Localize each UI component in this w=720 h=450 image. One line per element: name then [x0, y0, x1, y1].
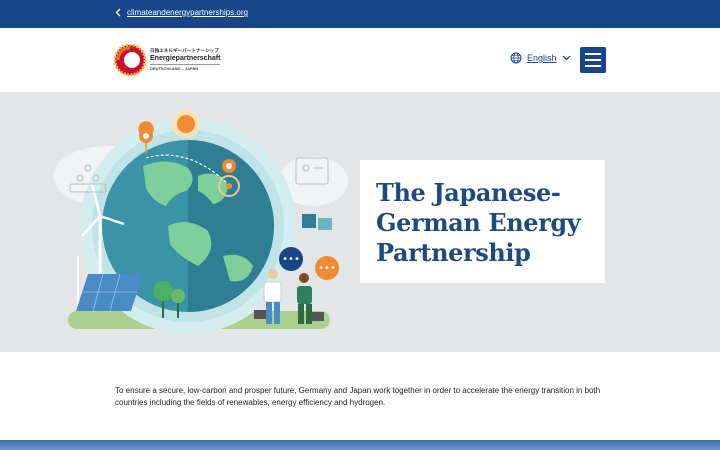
chevron-left-icon — [115, 8, 121, 17]
svg-text:•••: ••• — [282, 254, 300, 265]
page-title: The Japanese-German Energy Partnership — [376, 178, 581, 267]
logo-japanese-text: 日独エネルギーパートナーシップ — [150, 47, 219, 53]
menu-button[interactable] — [580, 47, 606, 73]
hamburger-icon-bar — [585, 65, 601, 67]
hero-section: ••• ••• The Japanese-German Energy Partn… — [0, 92, 720, 352]
hero-title-card: The Japanese-German Energy Partnership — [360, 160, 605, 283]
logo-mark-icon — [114, 44, 146, 76]
svg-text:•••: ••• — [318, 263, 336, 274]
bottom-hero-image — [0, 440, 720, 450]
site-header: 日独エネルギーパートナーシップ Energiepartnerschaft DEU… — [0, 28, 720, 92]
globe-icon — [510, 52, 522, 64]
logo-name: Energiepartnerschaft — [150, 55, 221, 66]
hamburger-icon-bar — [585, 53, 601, 55]
back-link-label: climateandenergypartnerships.org — [127, 8, 248, 17]
top-bar: climateandenergypartnerships.org — [0, 0, 720, 28]
logo-subtitle: DEUTSCHLAND – JAPAN — [150, 66, 199, 72]
hamburger-icon-bar — [585, 59, 601, 61]
language-label: English — [527, 53, 557, 63]
back-link[interactable]: climateandenergypartnerships.org — [115, 8, 248, 17]
energy-partnership-illustration: ••• ••• — [53, 110, 348, 334]
language-selector[interactable]: English — [510, 52, 571, 64]
site-logo[interactable]: 日独エネルギーパートナーシップ Energiepartnerschaft DEU… — [114, 44, 221, 76]
intro-paragraph: To ensure a secure, low-carbon and prosp… — [115, 386, 601, 407]
chevron-down-icon — [562, 55, 570, 61]
